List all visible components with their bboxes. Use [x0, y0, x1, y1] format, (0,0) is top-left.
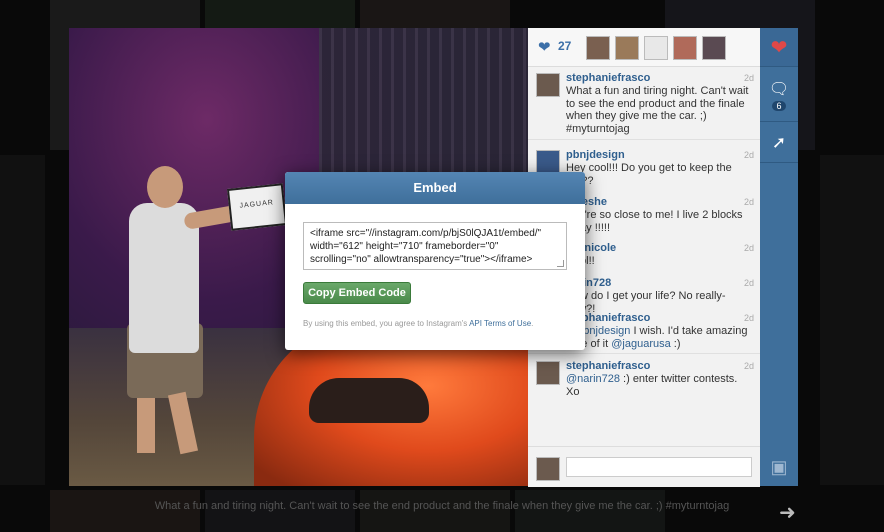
divider: [760, 162, 798, 163]
comment-text: Cool!!: [566, 255, 751, 268]
embed-dialog: Embed <iframe src="//instagram.com/p/bjS…: [285, 172, 585, 350]
comment-icon: 🗨: [768, 81, 790, 98]
comment-time: 2d: [743, 313, 754, 323]
divider: [528, 353, 760, 354]
avatar[interactable]: [536, 361, 560, 385]
embed-code-textarea[interactable]: <iframe src="//instagram.com/p/bjS0lQJA1…: [303, 222, 567, 270]
comment-text-part: :): [670, 337, 681, 350]
divider: [528, 139, 760, 140]
instagram-button[interactable]: ▣: [760, 448, 798, 486]
comment-text: @narin728 :) enter twitter contests. Xo: [566, 373, 751, 398]
comment-text: Hey cool!!! Do you get to keep the car??: [566, 162, 732, 187]
comment-time: 2d: [743, 150, 754, 160]
liker-avatar[interactable]: [615, 36, 639, 60]
mention-link[interactable]: @narin728: [566, 373, 620, 385]
comment-form: [528, 446, 760, 487]
comment-input[interactable]: [566, 457, 752, 477]
photo-caption: What a fun and tiring night. Can't wait …: [154, 500, 730, 512]
liker-avatar[interactable]: [644, 36, 668, 60]
likes-heart-icon: ❤: [538, 39, 551, 56]
dialog-title: Embed: [285, 172, 585, 204]
comment-time: 2d: [743, 73, 754, 83]
comment-item: stephaniefrasco 2d @narin728 :) enter tw…: [528, 355, 760, 398]
share-button[interactable]: ➚: [760, 124, 798, 162]
liker-avatar[interactable]: [673, 36, 697, 60]
divider: [760, 66, 798, 67]
photo-person-head: [147, 166, 183, 208]
heart-icon: ❤: [770, 36, 788, 59]
avatar: [536, 457, 560, 481]
mention-link[interactable]: @jaguarusa: [611, 338, 670, 350]
comment-username[interactable]: pbnjdesign: [566, 149, 625, 161]
comment-button[interactable]: 🗨 6: [760, 70, 798, 120]
avatar[interactable]: [536, 150, 560, 174]
comment-username[interactable]: stephaniefrasco: [566, 360, 650, 372]
liker-avatar[interactable]: [702, 36, 726, 60]
terms-notice: By using this embed, you agree to Instag…: [303, 319, 533, 328]
likes-bar: ❤ 27: [528, 28, 760, 67]
like-button[interactable]: ❤: [760, 28, 798, 66]
divider: [760, 121, 798, 122]
clapper-text: JAGUAR: [239, 199, 275, 210]
photo-clapperboard: JAGUAR: [226, 183, 288, 231]
liker-avatar[interactable]: [586, 36, 610, 60]
comment-time: 2d: [743, 197, 754, 207]
comment-text: You're so close to me! I live 2 blocks a…: [566, 209, 743, 234]
photo-person-leg: [137, 398, 155, 453]
resize-handle[interactable]: [557, 260, 564, 267]
comment-item: stephaniefrasco 2d What a fun and tiring…: [528, 67, 760, 137]
action-rail: ❤ 🗨 6 ➚ ▣: [760, 28, 798, 486]
comment-text: @pbnjdesign I wish. I'd take amazing car…: [566, 325, 751, 350]
comment-time: 2d: [743, 278, 754, 288]
comment-count-badge: 6: [772, 101, 786, 111]
photo-car-grille: [309, 378, 429, 423]
instagram-icon: ▣: [770, 456, 788, 477]
next-arrow-icon[interactable]: ➜: [779, 500, 796, 525]
embed-code-text: <iframe src="//instagram.com/p/bjS0lQJA1…: [310, 228, 542, 265]
comment-text: What a fun and tiring night. Can't wait …: [566, 85, 749, 135]
comment-time: 2d: [743, 361, 754, 371]
api-terms-link[interactable]: API Terms of Use: [469, 319, 531, 328]
comment-time: 2d: [743, 243, 754, 253]
avatar[interactable]: [536, 73, 560, 97]
likes-count[interactable]: 27: [558, 39, 571, 53]
terms-text: .: [531, 319, 534, 328]
share-icon: ➚: [771, 133, 787, 152]
copy-embed-code-button[interactable]: Copy Embed Code: [303, 282, 411, 304]
comment-username[interactable]: stephaniefrasco: [566, 72, 650, 84]
terms-text: By using this embed, you agree to Instag…: [303, 319, 470, 328]
